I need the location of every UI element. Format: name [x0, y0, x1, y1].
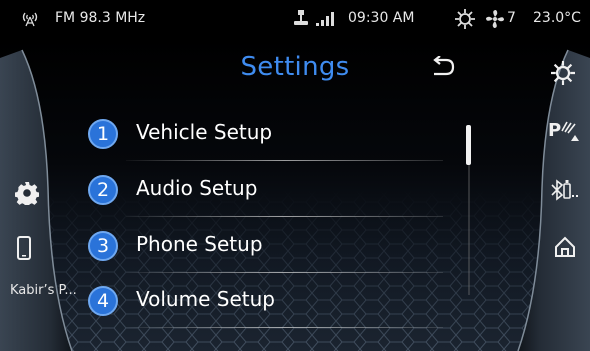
fan-icon[interactable]: [485, 9, 505, 29]
back-arrow-icon: [433, 55, 455, 76]
divider: [126, 216, 443, 217]
parking-sensor-button[interactable]: P: [545, 115, 583, 145]
fan-level: 7: [507, 10, 516, 26]
item-number-badge: 1: [88, 119, 118, 149]
divider: [126, 272, 443, 273]
radio-station: FM 98.3 MHz: [55, 10, 146, 26]
bluetooth-device-button[interactable]: [548, 175, 582, 205]
home-icon: [555, 236, 575, 257]
scrollbar-thumb[interactable]: [466, 125, 471, 165]
divider: [126, 160, 443, 161]
item-number-badge: 4: [88, 286, 118, 316]
menu-item-label: Vehicle Setup: [136, 120, 273, 144]
radio-antenna-icon: [22, 12, 38, 27]
menu-item-label: Phone Setup: [136, 232, 263, 256]
clock: 09:30 AM: [348, 10, 415, 26]
settings-shortcut-button[interactable]: [12, 178, 42, 208]
signal-bars-icon: [316, 12, 334, 26]
usb-icon: [294, 10, 308, 25]
parking-sensor-icon: P: [548, 120, 579, 141]
page-title: Settings: [240, 52, 350, 82]
status-bar: FM 98.3 MHz 09:30 AM 7 23.0°C: [0, 0, 590, 38]
menu-item-label: Audio Setup: [136, 176, 258, 200]
back-button[interactable]: [430, 55, 458, 80]
menu-item-phone-setup[interactable]: 3 Phone Setup: [88, 219, 443, 273]
menu-item-label: Volume Setup: [136, 287, 275, 311]
gear-icon: [15, 182, 39, 205]
item-number-badge: 3: [88, 231, 118, 261]
menu-item-vehicle-setup[interactable]: 1 Vehicle Setup: [88, 107, 443, 161]
temperature: 23.0°C: [533, 10, 581, 26]
settings-screen: Kabir’s P... P Settings 1 Vehicle Setup …: [0, 38, 590, 351]
item-number-badge: 2: [88, 175, 118, 205]
bluetooth-device-icon: [551, 179, 578, 201]
connected-phone-name: Kabir’s P...: [10, 283, 77, 298]
phone-shortcut-button[interactable]: [12, 234, 36, 262]
home-button[interactable]: [552, 234, 578, 260]
menu-item-volume-setup[interactable]: 4 Volume Setup: [88, 274, 443, 328]
phone-icon: [17, 236, 31, 260]
svg-text:P: P: [548, 120, 561, 141]
climate-icon[interactable]: [455, 9, 475, 29]
menu-item-audio-setup[interactable]: 2 Audio Setup: [88, 163, 443, 217]
divider: [126, 327, 443, 328]
